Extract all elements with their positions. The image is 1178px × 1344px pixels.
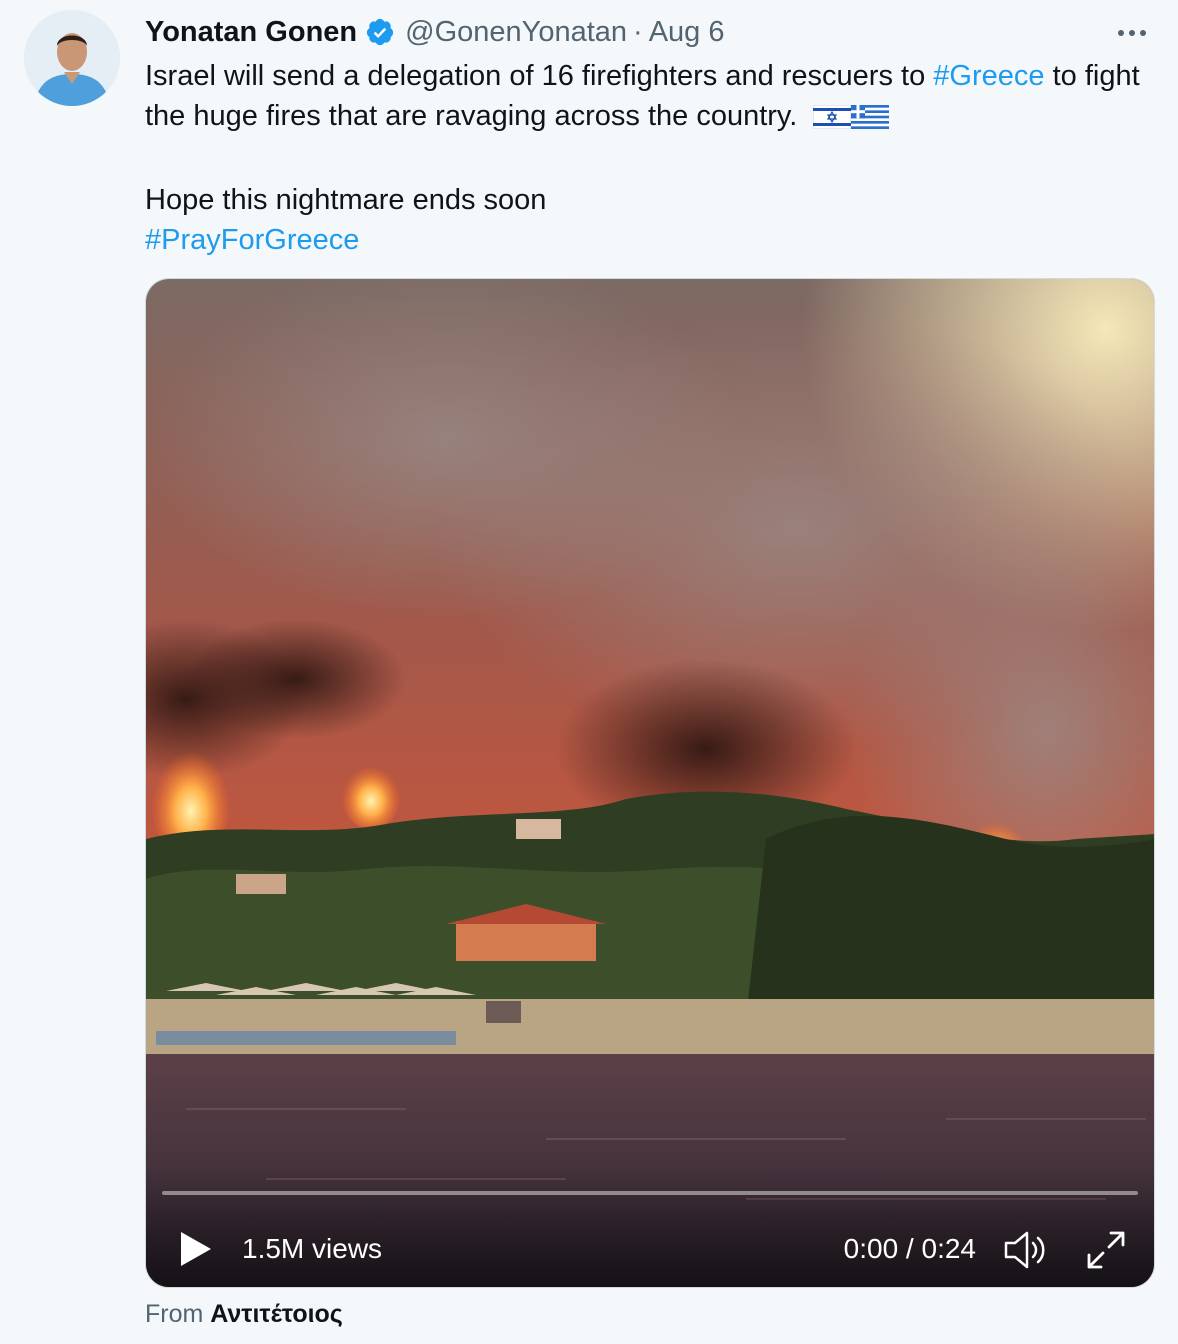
tweet-line-hope: Hope this nightmare ends soon [145, 184, 547, 216]
media-source: From Αντιτέτοιος [145, 1298, 343, 1330]
header-separator: · [633, 15, 643, 48]
video-thumbnail [146, 279, 1154, 1287]
video-controls: 1.5M views 0:00 / 0:24 [146, 1167, 1154, 1287]
hashtag-greece-link[interactable]: #Greece [933, 60, 1044, 92]
tweet-date[interactable]: Aug 6 [649, 16, 725, 49]
tweet-text-part1: Israel will send a delegation of 16 fire… [145, 60, 934, 92]
tweet-text: Israel will send a delegation of 16 fire… [145, 56, 1155, 260]
volume-icon[interactable] [1002, 1229, 1050, 1271]
hashtag-prayforgreece-link[interactable]: #PrayForGreece [145, 224, 359, 256]
video-progress-bar[interactable] [162, 1191, 1138, 1195]
avatar[interactable] [24, 10, 120, 106]
video-player[interactable]: 1.5M views 0:00 / 0:24 [145, 278, 1155, 1288]
more-options-icon[interactable] [1112, 18, 1152, 48]
author-name[interactable]: Yonatan Gonen [145, 16, 357, 49]
author-handle[interactable]: @GonenYonatan [405, 16, 627, 49]
flag-israel-icon [812, 100, 852, 140]
source-name-link[interactable]: Αντιτέτοιος [210, 1300, 343, 1328]
flag-greece-icon [851, 100, 890, 140]
verified-badge-icon [365, 17, 395, 47]
fullscreen-icon[interactable] [1084, 1229, 1128, 1271]
video-time: 0:00 / 0:24 [843, 1233, 976, 1264]
source-prefix: From [145, 1300, 204, 1328]
play-icon[interactable] [176, 1229, 216, 1269]
view-count: 1.5M views [242, 1233, 383, 1264]
tweet-header: Yonatan Gonen @GonenYonatan · Aug 6 [145, 12, 725, 52]
